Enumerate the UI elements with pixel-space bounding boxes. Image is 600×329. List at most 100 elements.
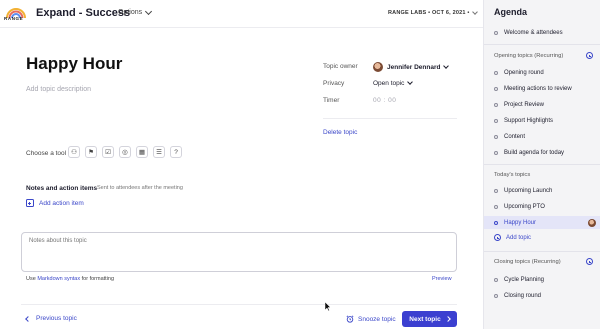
agenda-item-label: Closing round xyxy=(504,292,542,299)
tool-bar: ⚇ ⚑ ☑ ◎ ▦ ☰ ? xyxy=(68,146,182,158)
logo-text: RANGE xyxy=(4,16,24,21)
privacy-select[interactable]: Open topic xyxy=(373,79,414,87)
agenda-item-label: Welcome & attendees xyxy=(504,29,563,36)
people-tool-button[interactable]: ⚇ xyxy=(68,146,80,158)
agenda-item[interactable]: Content xyxy=(484,130,600,143)
agenda-item-label: Cycle Planning xyxy=(504,276,545,283)
meta-divider xyxy=(323,118,457,119)
calendar-icon: ▦ xyxy=(138,149,146,156)
agenda-item[interactable]: Opening round xyxy=(484,66,600,79)
bullet-icon xyxy=(494,188,498,193)
agenda-item[interactable]: Meeting actions to review xyxy=(484,82,600,95)
agenda-item[interactable]: Upcoming PTO xyxy=(484,200,600,213)
add-opening-topic-icon[interactable] xyxy=(586,52,593,59)
chevron-down-icon xyxy=(407,79,414,85)
chevron-left-icon xyxy=(25,315,31,322)
agenda-item[interactable]: Support Highlights xyxy=(484,114,600,127)
topic-description-input[interactable]: Add topic description xyxy=(26,86,91,93)
bullet-icon xyxy=(494,150,498,155)
header-divider xyxy=(0,27,483,28)
bullet-icon xyxy=(494,118,498,123)
mouse-cursor-icon xyxy=(325,302,331,311)
next-topic-label: Next topic xyxy=(409,315,441,323)
chevron-down-icon xyxy=(145,7,153,15)
markdown-hint: Use Markdown syntax for formatting xyxy=(26,276,114,282)
timer-input[interactable]: 00 : 00 xyxy=(373,97,396,104)
delete-topic-link[interactable]: Delete topic xyxy=(323,129,357,136)
agenda-item-label: Meeting actions to review xyxy=(504,85,572,92)
hint-suffix: for formatting xyxy=(81,276,115,282)
closing-section-title: Closing topics (Recurring) xyxy=(494,259,561,265)
topic-title[interactable]: Happy Hour xyxy=(26,54,122,74)
bullet-icon xyxy=(494,30,498,35)
avatar xyxy=(373,62,383,72)
notes-label: Notes and action items xyxy=(26,185,98,192)
bullet-icon xyxy=(494,293,498,298)
agenda-item[interactable]: Cycle Planning xyxy=(484,273,600,286)
tool-label: Choose a tool xyxy=(26,150,67,157)
agenda-title: Agenda xyxy=(494,7,528,17)
plus-circle-icon xyxy=(494,234,501,241)
agenda-item[interactable]: Welcome & attendees xyxy=(484,26,600,39)
agenda-item[interactable]: Project Review xyxy=(484,98,600,111)
bullet-icon xyxy=(494,86,498,91)
add-topic-button[interactable]: Add topic xyxy=(494,234,531,241)
org-date-label: RANGE LABS • OCT 6, 2021 • xyxy=(388,10,470,16)
topic-owner-label: Topic owner xyxy=(323,63,358,70)
next-topic-button[interactable]: Next topic xyxy=(402,311,457,327)
chevron-down-icon xyxy=(443,62,450,69)
add-closing-topic-icon[interactable] xyxy=(586,258,593,265)
meeting-title: Expand - Success xyxy=(36,7,131,19)
list-icon: ☰ xyxy=(156,149,162,156)
agenda-item-label: Content xyxy=(504,133,526,140)
agenda-item-label: Support Highlights xyxy=(504,117,554,124)
checkbox-tool-button[interactable]: ☑ xyxy=(102,146,114,158)
today-section-title: Today's topics xyxy=(494,172,531,178)
privacy-label: Privacy xyxy=(323,80,345,87)
snooze-topic-button[interactable]: Snooze topic xyxy=(346,315,396,323)
previous-topic-button[interactable]: Previous topic xyxy=(25,315,77,322)
add-action-item-button[interactable]: Add action item xyxy=(26,199,84,207)
agenda-item[interactable]: Build agenda for today xyxy=(484,146,600,159)
opening-section-title: Opening topics (Recurring) xyxy=(494,53,564,59)
flag-icon: ⚑ xyxy=(88,149,94,156)
options-menu[interactable]: Options xyxy=(118,7,153,16)
question-tool-button[interactable]: ? xyxy=(170,146,182,158)
snooze-label: Snooze topic xyxy=(358,315,396,323)
previous-topic-label: Previous topic xyxy=(36,315,77,322)
flag-tool-button[interactable]: ⚑ xyxy=(85,146,97,158)
agenda-item-label: Opening round xyxy=(504,69,544,76)
agenda-item[interactable]: Closing round xyxy=(484,289,600,302)
markdown-syntax-link[interactable]: Markdown syntax xyxy=(37,276,80,282)
main-panel: RANGE Expand - Success Options RANGE LAB… xyxy=(0,0,483,329)
plus-box-icon xyxy=(26,199,34,207)
add-action-label: Add action item xyxy=(39,199,84,207)
section-divider xyxy=(484,44,600,45)
preview-button[interactable]: Preview xyxy=(432,276,452,282)
topic-owner-select[interactable]: Jennifer Dennard xyxy=(373,62,450,72)
agenda-item-label: Happy Hour xyxy=(504,219,537,226)
list-tool-button[interactable]: ☰ xyxy=(153,146,165,158)
owner-name: Jennifer Dennard xyxy=(387,63,441,71)
bullet-icon xyxy=(494,277,498,282)
notes-textarea[interactable] xyxy=(21,232,457,272)
agenda-item-label: Build agenda for today xyxy=(504,149,565,156)
chevron-right-icon xyxy=(444,316,451,322)
agenda-item-label: Project Review xyxy=(504,101,545,108)
footer-divider xyxy=(21,304,457,305)
org-date-menu[interactable]: RANGE LABS • OCT 6, 2021 • xyxy=(388,8,478,16)
calendar-tool-button[interactable]: ▦ xyxy=(136,146,148,158)
agenda-item[interactable]: Upcoming Launch xyxy=(484,184,600,197)
bullet-icon xyxy=(494,70,498,75)
people-icon: ⚇ xyxy=(71,149,77,156)
target-icon: ◎ xyxy=(122,149,128,156)
agenda-item-active[interactable]: Happy Hour xyxy=(484,216,600,229)
options-label: Options xyxy=(118,9,143,16)
agenda-item-label: Upcoming PTO xyxy=(504,203,545,210)
section-divider xyxy=(484,164,600,165)
avatar xyxy=(588,219,596,227)
bullet-icon xyxy=(494,204,498,209)
agenda-item-label: Upcoming Launch xyxy=(504,187,553,194)
privacy-value: Open topic xyxy=(373,80,405,87)
target-tool-button[interactable]: ◎ xyxy=(119,146,131,158)
